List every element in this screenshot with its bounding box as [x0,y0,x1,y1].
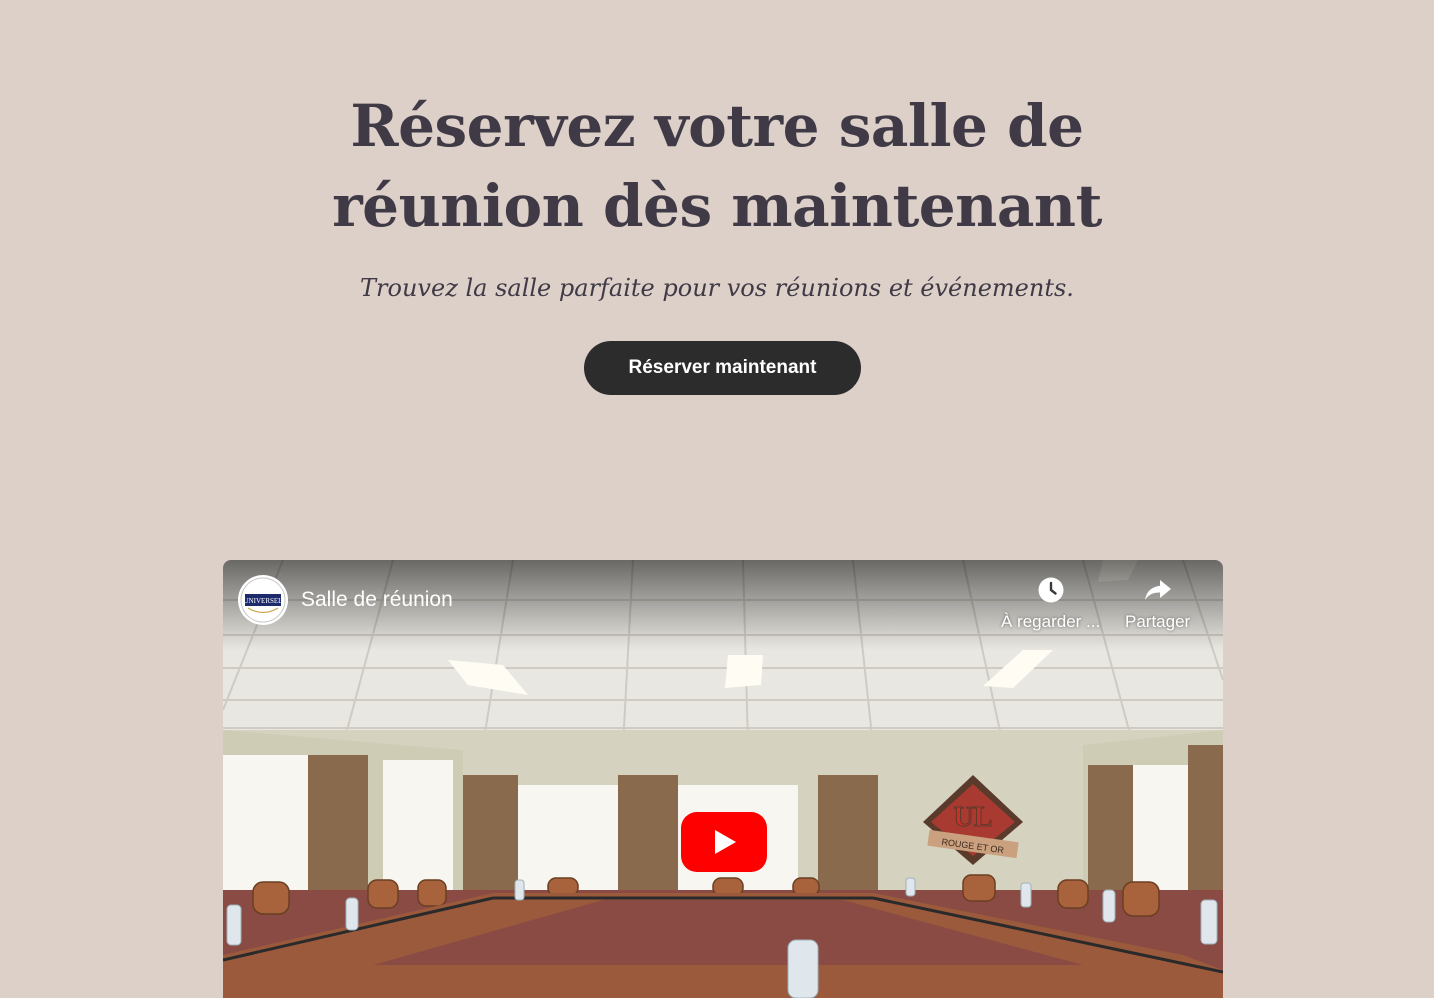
video-title[interactable]: Salle de réunion [301,585,453,615]
hero-title-line-2: réunion dès maintenant [332,172,1102,240]
watch-later-button[interactable]: À regarder ... [1001,574,1100,632]
youtube-play-icon [681,812,767,872]
share-button[interactable]: Partager [1125,574,1190,632]
hero-title-line-1: Réservez votre salle de [350,92,1084,160]
hero-subtitle: Trouvez la salle parfaite pour vos réuni… [360,274,1074,302]
watch-later-label: À regarder ... [1001,612,1101,631]
channel-avatar[interactable]: UNIVERSEL [238,575,288,625]
svg-text:UL: UL [954,802,993,833]
svg-text:UNIVERSEL: UNIVERSEL [244,597,283,605]
hero-title: Réservez votre salle de réunion dès main… [0,86,1434,246]
clock-icon [1036,574,1066,606]
page: Réservez votre salle de réunion dès main… [0,0,1434,998]
video-embed[interactable]: UL ROUGE ET OR UNIVERSEL Salle de réunio… [223,560,1223,998]
book-now-button[interactable]: Réserver maintenant [584,341,861,395]
channel-logo-icon: UNIVERSEL [240,577,286,623]
youtube-play-button[interactable] [681,812,767,872]
share-arrow-icon [1143,574,1173,606]
share-label: Partager [1125,612,1191,631]
